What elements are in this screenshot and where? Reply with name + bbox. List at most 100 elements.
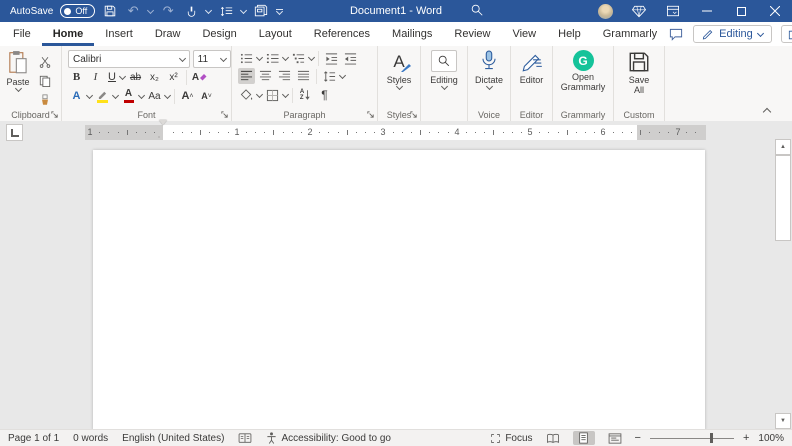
paste-button[interactable]: Paste bbox=[0, 50, 36, 108]
font-color-button[interactable]: A bbox=[120, 88, 137, 104]
line-spacing-icon[interactable] bbox=[218, 3, 234, 19]
undo-chevron-icon[interactable] bbox=[147, 6, 155, 14]
bullets-chevron-icon[interactable] bbox=[255, 53, 264, 61]
editor-button[interactable]: Editor bbox=[511, 50, 552, 85]
share-button[interactable] bbox=[780, 25, 792, 43]
document-page[interactable] bbox=[93, 150, 705, 431]
editing-mode-button[interactable]: Editing bbox=[693, 25, 772, 43]
text-effects-chevron-icon[interactable] bbox=[85, 91, 94, 99]
account-avatar[interactable] bbox=[588, 0, 622, 22]
decrease-indent-button[interactable] bbox=[323, 50, 340, 66]
styles-dialog-launcher-icon[interactable] bbox=[409, 110, 418, 119]
bold-button[interactable]: B bbox=[68, 69, 85, 85]
page-indicator[interactable]: Page 1 of 1 bbox=[8, 433, 59, 444]
font-size-combobox[interactable]: 11 bbox=[192, 50, 231, 68]
maximize-button[interactable] bbox=[724, 0, 758, 22]
copy-icon[interactable] bbox=[36, 73, 53, 89]
shading-button[interactable] bbox=[238, 87, 255, 103]
tab-help[interactable]: Help bbox=[547, 22, 592, 46]
read-mode-button[interactable] bbox=[542, 431, 564, 445]
word-count[interactable]: 0 words bbox=[73, 433, 108, 444]
format-painter-icon[interactable] bbox=[36, 92, 53, 108]
tab-home[interactable]: Home bbox=[42, 22, 95, 46]
tab-mailings[interactable]: Mailings bbox=[381, 22, 443, 46]
superscript-button[interactable]: x² bbox=[165, 69, 182, 85]
save-icon[interactable] bbox=[102, 3, 118, 19]
font-name-combobox[interactable]: Calibri bbox=[68, 50, 190, 68]
bullets-button[interactable] bbox=[238, 50, 255, 66]
underline-chevron-icon[interactable] bbox=[118, 72, 127, 80]
styles-button[interactable]: A Styles bbox=[378, 50, 420, 91]
underline-button[interactable]: U bbox=[106, 69, 118, 85]
multilevel-list-button[interactable] bbox=[290, 50, 307, 66]
focus-mode-button[interactable]: Focus bbox=[490, 433, 533, 444]
font-color-chevron-icon[interactable] bbox=[137, 91, 146, 99]
change-case-chevron-icon[interactable] bbox=[163, 91, 172, 99]
horizontal-ruler[interactable]: 1 1 2 3 4 5 6 7 bbox=[85, 120, 706, 155]
align-center-button[interactable] bbox=[257, 68, 274, 84]
grow-font-button[interactable]: A ˄ bbox=[179, 88, 196, 104]
minimize-button[interactable] bbox=[690, 0, 724, 22]
tab-draw[interactable]: Draw bbox=[144, 22, 192, 46]
language-indicator[interactable]: English (United States) bbox=[122, 433, 224, 444]
subscript-button[interactable]: x₂ bbox=[146, 69, 163, 85]
undo-icon[interactable]: ↶ bbox=[125, 3, 141, 19]
highlight-color-button[interactable] bbox=[94, 88, 111, 104]
save-all-button[interactable]: Save All bbox=[614, 50, 664, 96]
collapse-ribbon-icon[interactable] bbox=[762, 107, 772, 117]
zoom-in-button[interactable]: + bbox=[743, 432, 749, 444]
accessibility-status[interactable]: Accessibility: Good to go bbox=[266, 432, 391, 444]
close-button[interactable] bbox=[758, 0, 792, 22]
clipboard-dialog-launcher-icon[interactable] bbox=[50, 110, 59, 119]
scroll-up-button[interactable]: ▲ bbox=[775, 139, 791, 155]
spacing-chevron-icon[interactable] bbox=[338, 71, 347, 79]
line-spacing-chevron-icon[interactable] bbox=[240, 6, 248, 14]
shading-chevron-icon[interactable] bbox=[255, 90, 264, 98]
zoom-level[interactable]: 100% bbox=[758, 433, 784, 444]
tab-grammarly[interactable]: Grammarly bbox=[592, 22, 668, 46]
ribbon-display-options-icon[interactable] bbox=[656, 0, 690, 22]
web-layout-button[interactable] bbox=[604, 431, 626, 445]
borders-chevron-icon[interactable] bbox=[281, 90, 290, 98]
text-effects-button[interactable]: A bbox=[68, 88, 85, 104]
multilevel-chevron-icon[interactable] bbox=[307, 53, 316, 61]
search-icon[interactable] bbox=[470, 3, 484, 17]
redo-icon[interactable]: ↷ bbox=[160, 3, 176, 19]
zoom-out-button[interactable]: − bbox=[635, 432, 641, 444]
numbering-chevron-icon[interactable] bbox=[281, 53, 290, 61]
touch-mode-icon[interactable] bbox=[183, 3, 199, 19]
change-case-button[interactable]: Aa bbox=[146, 88, 163, 104]
scrollbar-thumb[interactable] bbox=[775, 155, 791, 241]
editing-dropdown-button[interactable]: Editing bbox=[421, 50, 467, 91]
highlight-chevron-icon[interactable] bbox=[111, 91, 120, 99]
line-paragraph-spacing-button[interactable] bbox=[321, 68, 338, 84]
justify-button[interactable] bbox=[295, 68, 312, 84]
cut-icon[interactable] bbox=[36, 54, 53, 70]
borders-button[interactable] bbox=[264, 87, 281, 103]
show-hide-pilcrow-button[interactable]: ¶ bbox=[316, 87, 333, 103]
tab-review[interactable]: Review bbox=[443, 22, 501, 46]
touch-mode-chevron-icon[interactable] bbox=[205, 6, 213, 14]
print-layout-button[interactable] bbox=[572, 431, 595, 445]
scroll-down-button[interactable]: ▼ bbox=[775, 413, 791, 429]
proofing-status-icon[interactable] bbox=[238, 432, 252, 444]
clear-formatting-button[interactable]: A bbox=[191, 69, 208, 85]
align-right-button[interactable] bbox=[276, 68, 293, 84]
qat-overflow-icon[interactable] bbox=[276, 7, 284, 15]
paragraph-dialog-launcher-icon[interactable] bbox=[366, 110, 375, 119]
sort-button[interactable]: A Z bbox=[297, 87, 314, 103]
numbering-button[interactable] bbox=[264, 50, 281, 66]
comments-icon[interactable] bbox=[668, 27, 684, 42]
increase-indent-button[interactable] bbox=[342, 50, 359, 66]
open-grammarly-button[interactable]: G Open Grammarly bbox=[553, 50, 613, 93]
tab-references[interactable]: References bbox=[303, 22, 381, 46]
tab-file[interactable]: File bbox=[2, 22, 42, 46]
font-dialog-launcher-icon[interactable] bbox=[220, 110, 229, 119]
zoom-slider-thumb[interactable] bbox=[710, 433, 714, 443]
zoom-slider[interactable] bbox=[649, 431, 734, 445]
tab-view[interactable]: View bbox=[501, 22, 547, 46]
italic-button[interactable]: I bbox=[87, 69, 104, 85]
vertical-scrollbar[interactable]: ▲ ▼ bbox=[775, 139, 791, 429]
tab-layout[interactable]: Layout bbox=[248, 22, 303, 46]
autosave-toggle[interactable]: Off bbox=[60, 4, 96, 18]
